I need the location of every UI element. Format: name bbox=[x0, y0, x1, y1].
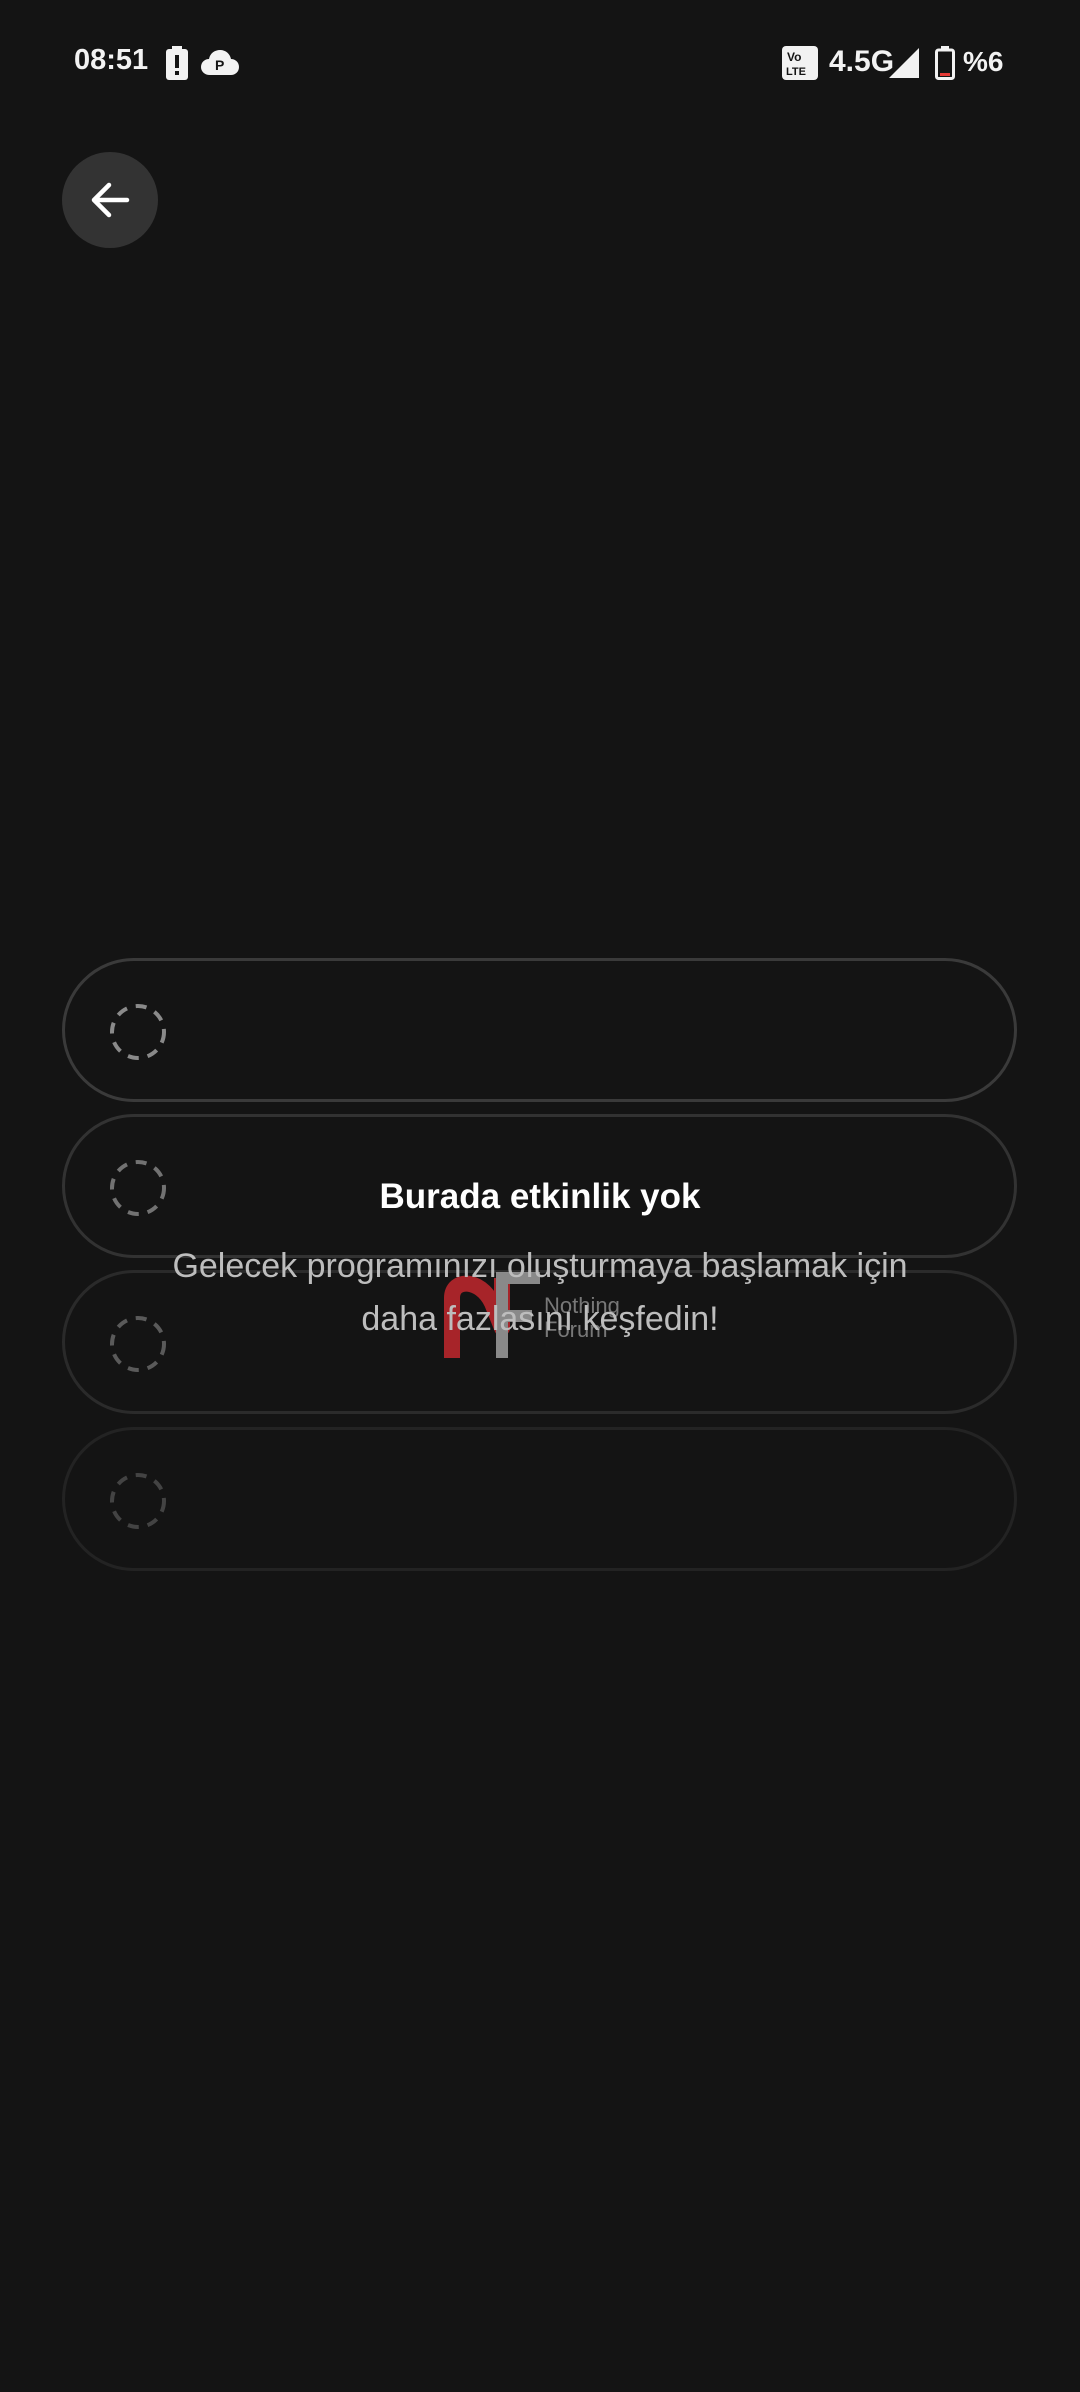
dashed-circle-icon bbox=[110, 1004, 166, 1060]
svg-text:P: P bbox=[215, 57, 224, 73]
network-type: 4.5G bbox=[829, 45, 895, 78]
placeholder-item bbox=[62, 958, 1017, 1102]
dashed-circle-icon bbox=[110, 1473, 166, 1529]
volte-icon: Vo LTE bbox=[782, 46, 818, 85]
empty-state-subtitle: Gelecek programınızı oluşturmaya başlama… bbox=[172, 1247, 908, 1338]
alert-battery-icon bbox=[166, 46, 188, 85]
battery-percent: %6 bbox=[963, 46, 1004, 77]
back-button[interactable] bbox=[62, 152, 158, 248]
svg-text:LTE: LTE bbox=[786, 66, 806, 78]
status-bar: 08:51 P Vo LTE 4.5G %6 bbox=[0, 0, 1080, 126]
placeholder-item bbox=[62, 1427, 1017, 1571]
status-time: 08:51 bbox=[74, 44, 149, 76]
cloud-p-icon: P bbox=[201, 49, 239, 82]
signal-icon bbox=[889, 48, 919, 83]
svg-text:Vo: Vo bbox=[787, 50, 801, 64]
empty-state-title: Burada etkinlik yok bbox=[379, 1177, 701, 1216]
arrow-left-icon bbox=[91, 182, 130, 218]
battery-icon bbox=[935, 46, 955, 85]
